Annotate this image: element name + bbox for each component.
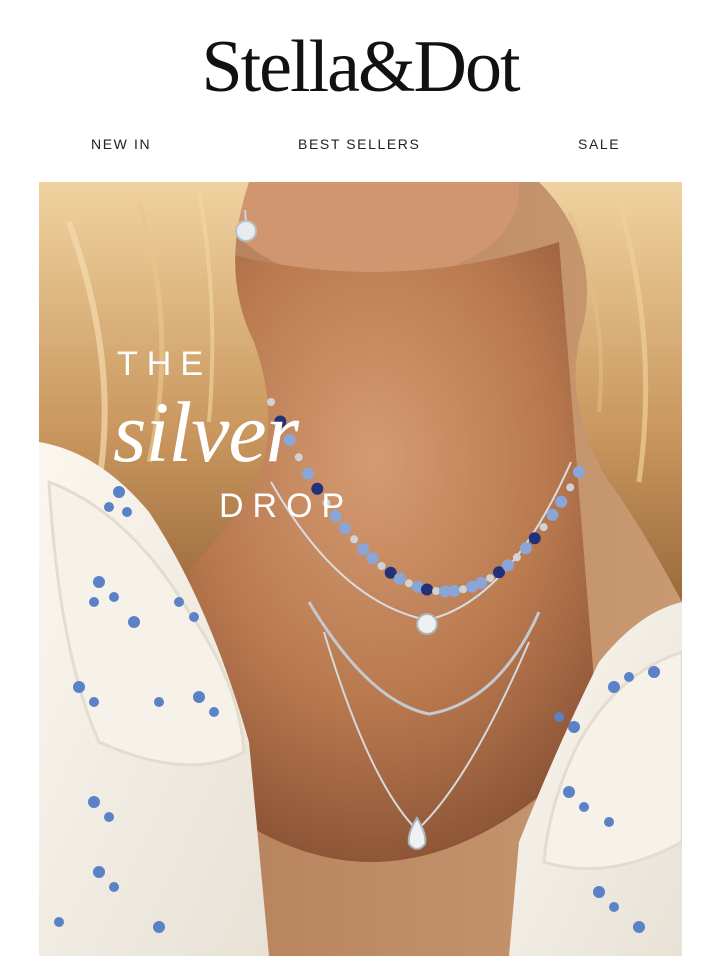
nav-sale[interactable]: SALE	[578, 136, 620, 152]
headline-the: THE	[117, 345, 212, 383]
top-nav: NEW IN BEST SELLERS SALE	[0, 136, 720, 156]
hero-banner[interactable]: THE silver DROP	[39, 182, 682, 956]
headline-silver: silver	[113, 384, 299, 480]
nav-best-sellers[interactable]: BEST SELLERS	[298, 136, 420, 152]
nav-new-in[interactable]: NEW IN	[91, 136, 151, 152]
hero-headline: THE silver DROP	[39, 182, 682, 956]
headline-drop: DROP	[219, 487, 354, 525]
brand-logo[interactable]: Stella&Dot	[0, 22, 720, 112]
